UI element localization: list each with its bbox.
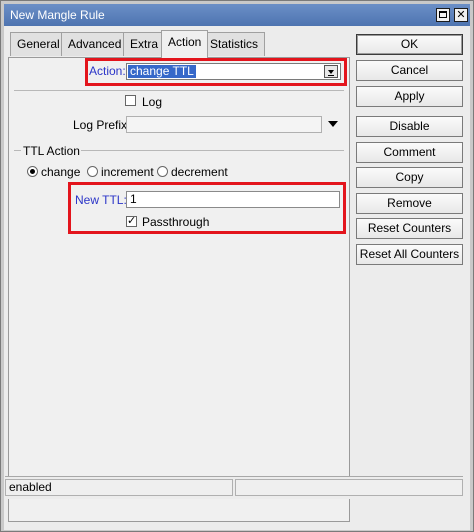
apply-button[interactable]: Apply	[356, 86, 463, 107]
remove-button[interactable]: Remove	[356, 193, 463, 214]
status-text: enabled	[5, 479, 233, 496]
group-line-right	[81, 150, 344, 151]
chevron-down-icon[interactable]	[328, 121, 338, 127]
reset-all-counters-button[interactable]: Reset All Counters	[356, 244, 463, 265]
dialog-window: New Mangle Rule ✕ General Advanced Extra…	[0, 0, 474, 532]
tab-advanced[interactable]: Advanced	[61, 32, 129, 56]
close-icon[interactable]: ✕	[454, 8, 468, 22]
highlight-box-action	[85, 58, 347, 86]
divider	[14, 90, 344, 91]
log-prefix-label: Log Prefix:	[73, 118, 131, 132]
log-prefix-input[interactable]	[126, 116, 322, 133]
tab-statistics[interactable]: Statistics	[203, 32, 266, 56]
radio-increment[interactable]	[87, 166, 98, 177]
radio-change-label: change	[41, 165, 81, 179]
copy-button[interactable]: Copy	[356, 167, 463, 188]
maximize-icon[interactable]	[436, 8, 450, 22]
radio-increment-label: increment	[101, 165, 154, 179]
window-title: New Mangle Rule	[10, 8, 105, 22]
log-label: Log	[142, 95, 163, 109]
cancel-button[interactable]: Cancel	[356, 60, 463, 81]
tab-action[interactable]: Action	[161, 30, 209, 58]
radio-decrement-label: decrement	[171, 165, 228, 179]
comment-button[interactable]: Comment	[356, 142, 463, 163]
highlight-box-new-ttl	[68, 182, 346, 234]
reset-counters-button[interactable]: Reset Counters	[356, 218, 463, 239]
status-bar: enabled	[5, 476, 463, 499]
radio-decrement[interactable]	[157, 166, 168, 177]
ttl-action-group-label: TTL Action	[23, 144, 80, 158]
group-line-left	[14, 150, 21, 151]
status-cell-empty	[235, 479, 463, 496]
log-checkbox[interactable]	[125, 95, 136, 106]
disable-button[interactable]: Disable	[356, 116, 463, 137]
radio-change[interactable]	[27, 166, 38, 177]
title-bar[interactable]: New Mangle Rule ✕	[4, 4, 470, 26]
tab-general[interactable]: General	[10, 32, 67, 56]
tab-extra[interactable]: Extra	[123, 32, 166, 56]
ok-button[interactable]: OK	[356, 34, 463, 55]
